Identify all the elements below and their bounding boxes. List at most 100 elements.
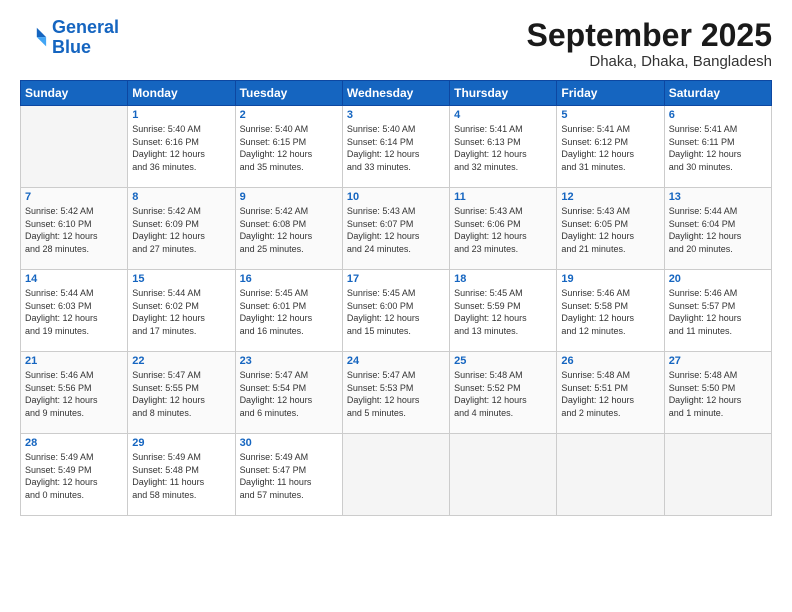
- calendar-week-row: 7 Sunrise: 5:42 AM Sunset: 6:10 PM Daylig…: [21, 188, 772, 270]
- calendar-cell: [664, 434, 771, 516]
- cell-content: Sunrise: 5:48 AM Sunset: 5:52 PM Dayligh…: [454, 369, 552, 419]
- calendar-body: 1 Sunrise: 5:40 AM Sunset: 6:16 PM Daylig…: [21, 106, 772, 516]
- calendar-cell: [21, 106, 128, 188]
- day-number: 18: [454, 273, 552, 285]
- calendar-cell: [450, 434, 557, 516]
- calendar-cell: 2 Sunrise: 5:40 AM Sunset: 6:15 PM Daylig…: [235, 106, 342, 188]
- day-header: Monday: [128, 81, 235, 106]
- logo: General Blue: [20, 18, 119, 58]
- calendar-cell: 22 Sunrise: 5:47 AM Sunset: 5:55 PM Dayli…: [128, 352, 235, 434]
- day-number: 15: [132, 273, 230, 285]
- cell-content: Sunrise: 5:43 AM Sunset: 6:05 PM Dayligh…: [561, 205, 659, 255]
- day-number: 2: [240, 109, 338, 121]
- day-header: Friday: [557, 81, 664, 106]
- calendar-cell: 24 Sunrise: 5:47 AM Sunset: 5:53 PM Dayli…: [342, 352, 449, 434]
- header: General Blue September 2025 Dhaka, Dhaka…: [20, 18, 772, 70]
- day-number: 17: [347, 273, 445, 285]
- calendar-cell: 20 Sunrise: 5:46 AM Sunset: 5:57 PM Dayli…: [664, 270, 771, 352]
- day-header: Thursday: [450, 81, 557, 106]
- page: General Blue September 2025 Dhaka, Dhaka…: [0, 0, 792, 612]
- title-block: September 2025 Dhaka, Dhaka, Bangladesh: [527, 18, 772, 70]
- day-number: 24: [347, 355, 445, 367]
- day-number: 1: [132, 109, 230, 121]
- cell-content: Sunrise: 5:47 AM Sunset: 5:54 PM Dayligh…: [240, 369, 338, 419]
- cell-content: Sunrise: 5:40 AM Sunset: 6:16 PM Dayligh…: [132, 123, 230, 173]
- calendar-cell: 14 Sunrise: 5:44 AM Sunset: 6:03 PM Dayli…: [21, 270, 128, 352]
- calendar-cell: 19Sunrise: 5:46 AM Sunset: 5:58 PM Dayli…: [557, 270, 664, 352]
- cell-content: Sunrise: 5:46 AM Sunset: 5:58 PM Dayligh…: [561, 287, 659, 337]
- calendar-cell: 29 Sunrise: 5:49 AM Sunset: 5:48 PM Dayli…: [128, 434, 235, 516]
- calendar-cell: 4 Sunrise: 5:41 AM Sunset: 6:13 PM Daylig…: [450, 106, 557, 188]
- calendar-cell: 28Sunrise: 5:49 AM Sunset: 5:49 PM Dayli…: [21, 434, 128, 516]
- day-number: 11: [454, 191, 552, 203]
- calendar-cell: 18 Sunrise: 5:45 AM Sunset: 5:59 PM Dayli…: [450, 270, 557, 352]
- day-number: 6: [669, 109, 767, 121]
- day-number: 21: [25, 355, 123, 367]
- calendar-cell: 21 Sunrise: 5:46 AM Sunset: 5:56 PM Dayli…: [21, 352, 128, 434]
- cell-content: Sunrise: 5:45 AM Sunset: 5:59 PM Dayligh…: [454, 287, 552, 337]
- cell-content: Sunrise: 5:40 AM Sunset: 6:14 PM Dayligh…: [347, 123, 445, 173]
- calendar-cell: 16Sunrise: 5:45 AM Sunset: 6:01 PM Dayli…: [235, 270, 342, 352]
- cell-content: Sunrise: 5:43 AM Sunset: 6:07 PM Dayligh…: [347, 205, 445, 255]
- cell-content: Sunrise: 5:47 AM Sunset: 5:55 PM Dayligh…: [132, 369, 230, 419]
- day-number: 7: [25, 191, 123, 203]
- day-number: 29: [132, 437, 230, 449]
- day-number: 3: [347, 109, 445, 121]
- day-number: 16: [240, 273, 338, 285]
- cell-content: Sunrise: 5:40 AM Sunset: 6:15 PM Dayligh…: [240, 123, 338, 173]
- calendar-table: SundayMondayTuesdayWednesdayThursdayFrid…: [20, 80, 772, 516]
- cell-content: Sunrise: 5:49 AM Sunset: 5:49 PM Dayligh…: [25, 451, 123, 501]
- cell-content: Sunrise: 5:48 AM Sunset: 5:50 PM Dayligh…: [669, 369, 767, 419]
- cell-content: Sunrise: 5:42 AM Sunset: 6:09 PM Dayligh…: [132, 205, 230, 255]
- cell-content: Sunrise: 5:44 AM Sunset: 6:03 PM Dayligh…: [25, 287, 123, 337]
- logo-text: General Blue: [52, 18, 119, 58]
- calendar-header-row: SundayMondayTuesdayWednesdayThursdayFrid…: [21, 81, 772, 106]
- day-number: 27: [669, 355, 767, 367]
- cell-content: Sunrise: 5:44 AM Sunset: 6:04 PM Dayligh…: [669, 205, 767, 255]
- logo-icon: [20, 24, 48, 52]
- cell-content: Sunrise: 5:41 AM Sunset: 6:12 PM Dayligh…: [561, 123, 659, 173]
- calendar-cell: 27 Sunrise: 5:48 AM Sunset: 5:50 PM Dayli…: [664, 352, 771, 434]
- day-number: 30: [240, 437, 338, 449]
- cell-content: Sunrise: 5:43 AM Sunset: 6:06 PM Dayligh…: [454, 205, 552, 255]
- calendar-cell: 17Sunrise: 5:45 AM Sunset: 6:00 PM Dayli…: [342, 270, 449, 352]
- calendar-cell: 26Sunrise: 5:48 AM Sunset: 5:51 PM Dayli…: [557, 352, 664, 434]
- cell-content: Sunrise: 5:42 AM Sunset: 6:10 PM Dayligh…: [25, 205, 123, 255]
- location: Dhaka, Dhaka, Bangladesh: [527, 53, 772, 70]
- day-number: 5: [561, 109, 659, 121]
- cell-content: Sunrise: 5:49 AM Sunset: 5:48 PM Dayligh…: [132, 451, 230, 501]
- calendar-cell: 15 Sunrise: 5:44 AM Sunset: 6:02 PM Dayli…: [128, 270, 235, 352]
- cell-content: Sunrise: 5:48 AM Sunset: 5:51 PM Dayligh…: [561, 369, 659, 419]
- calendar-week-row: 28Sunrise: 5:49 AM Sunset: 5:49 PM Dayli…: [21, 434, 772, 516]
- calendar-cell: 1 Sunrise: 5:40 AM Sunset: 6:16 PM Daylig…: [128, 106, 235, 188]
- day-number: 10: [347, 191, 445, 203]
- cell-content: Sunrise: 5:47 AM Sunset: 5:53 PM Dayligh…: [347, 369, 445, 419]
- calendar-week-row: 14 Sunrise: 5:44 AM Sunset: 6:03 PM Dayli…: [21, 270, 772, 352]
- day-number: 22: [132, 355, 230, 367]
- calendar-cell: 10 Sunrise: 5:43 AM Sunset: 6:07 PM Dayli…: [342, 188, 449, 270]
- day-number: 9: [240, 191, 338, 203]
- calendar-cell: 25 Sunrise: 5:48 AM Sunset: 5:52 PM Dayli…: [450, 352, 557, 434]
- day-number: 20: [669, 273, 767, 285]
- day-header: Sunday: [21, 81, 128, 106]
- calendar-cell: 6 Sunrise: 5:41 AM Sunset: 6:11 PM Daylig…: [664, 106, 771, 188]
- calendar-cell: [342, 434, 449, 516]
- calendar-cell: 8Sunrise: 5:42 AM Sunset: 6:09 PM Daylig…: [128, 188, 235, 270]
- cell-content: Sunrise: 5:46 AM Sunset: 5:56 PM Dayligh…: [25, 369, 123, 419]
- day-number: 4: [454, 109, 552, 121]
- day-number: 25: [454, 355, 552, 367]
- calendar-week-row: 1 Sunrise: 5:40 AM Sunset: 6:16 PM Daylig…: [21, 106, 772, 188]
- calendar-cell: 3 Sunrise: 5:40 AM Sunset: 6:14 PM Daylig…: [342, 106, 449, 188]
- calendar-cell: 5 Sunrise: 5:41 AM Sunset: 6:12 PM Daylig…: [557, 106, 664, 188]
- cell-content: Sunrise: 5:41 AM Sunset: 6:11 PM Dayligh…: [669, 123, 767, 173]
- cell-content: Sunrise: 5:44 AM Sunset: 6:02 PM Dayligh…: [132, 287, 230, 337]
- cell-content: Sunrise: 5:41 AM Sunset: 6:13 PM Dayligh…: [454, 123, 552, 173]
- day-number: 12: [561, 191, 659, 203]
- cell-content: Sunrise: 5:46 AM Sunset: 5:57 PM Dayligh…: [669, 287, 767, 337]
- day-number: 14: [25, 273, 123, 285]
- calendar-cell: [557, 434, 664, 516]
- calendar-cell: 23Sunrise: 5:47 AM Sunset: 5:54 PM Dayli…: [235, 352, 342, 434]
- calendar-cell: 13Sunrise: 5:44 AM Sunset: 6:04 PM Dayli…: [664, 188, 771, 270]
- calendar-cell: 30Sunrise: 5:49 AM Sunset: 5:47 PM Dayli…: [235, 434, 342, 516]
- day-header: Saturday: [664, 81, 771, 106]
